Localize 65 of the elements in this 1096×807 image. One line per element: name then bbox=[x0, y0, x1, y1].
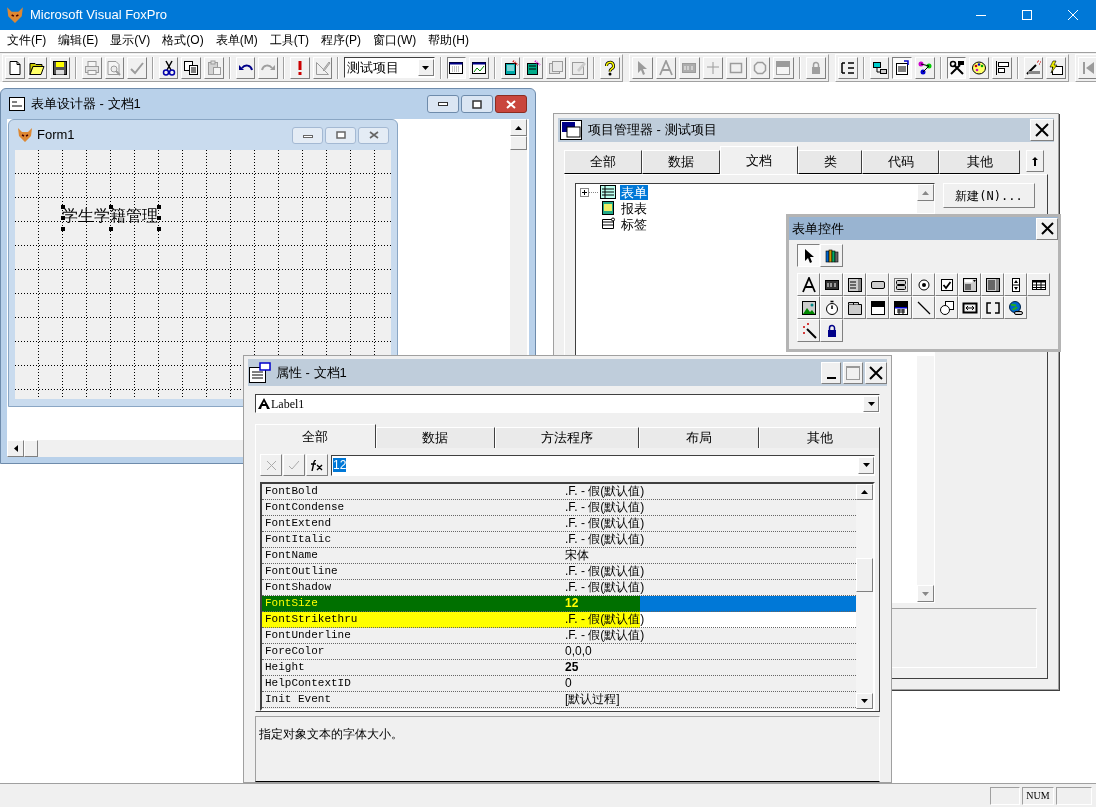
property-value: .F. - 假(默认值) bbox=[564, 484, 646, 499]
tab[interactable]: 数据 bbox=[375, 427, 495, 448]
combo-value: 测试项目 bbox=[346, 58, 401, 77]
property-row[interactable]: FontCondense .F. - 假(默认值) bbox=[262, 500, 856, 516]
window-title: 属性 - 文档1 bbox=[276, 363, 347, 382]
menu-item[interactable]: 帮助(H) bbox=[422, 31, 475, 49]
project-combo[interactable]: 测试项目 bbox=[344, 57, 435, 78]
tab[interactable]: 布局 bbox=[639, 427, 760, 448]
tree-item[interactable]: 表单 bbox=[620, 184, 648, 200]
property-row[interactable]: FontExtend .F. - 假(默认值) bbox=[262, 516, 856, 532]
menu-item[interactable]: 表单(M) bbox=[209, 31, 264, 49]
menu-item[interactable]: 工具(T) bbox=[263, 31, 315, 49]
tab[interactable]: 文档 bbox=[720, 146, 798, 174]
window-title: 表单设计器 - 文档1 bbox=[31, 95, 141, 114]
tree-item[interactable]: 报表 bbox=[620, 200, 648, 216]
property-row[interactable]: Init Event [默认过程] bbox=[262, 692, 856, 708]
tab[interactable]: 代码 bbox=[862, 150, 939, 174]
menu-item[interactable]: 程序(P) bbox=[315, 31, 367, 49]
tab[interactable]: 方法程序 bbox=[494, 427, 640, 448]
property-row[interactable]: FontUnderline .F. - 假(默认值) bbox=[262, 628, 856, 644]
tab[interactable]: 全部 bbox=[255, 424, 376, 448]
property-value: .F. - 假(默认值) bbox=[564, 580, 646, 595]
property-value: [默认过程] bbox=[564, 692, 621, 707]
tab[interactable]: 其他 bbox=[939, 150, 1020, 174]
property-name: FontSize bbox=[264, 596, 319, 611]
tab[interactable]: 数据 bbox=[642, 150, 720, 174]
status-indicator: NUM bbox=[1022, 786, 1054, 805]
object-name: Label1 bbox=[271, 395, 306, 413]
property-row[interactable]: FontBold .F. - 假(默认值) bbox=[262, 484, 856, 500]
form-title: Form1 bbox=[37, 126, 75, 145]
menu-item[interactable]: 文件(F) bbox=[1, 31, 53, 49]
property-value: 25 bbox=[564, 660, 580, 675]
toolbar-title: 表单控件 bbox=[792, 219, 844, 238]
property-row[interactable]: HelpContextID 0 bbox=[262, 676, 856, 692]
field-value: 12 bbox=[333, 458, 347, 472]
property-value: .F. - 假(默认值) bbox=[564, 532, 646, 547]
window-title: 项目管理器 - 测试项目 bbox=[588, 121, 717, 140]
property-row[interactable]: FontSize 12 bbox=[262, 596, 856, 612]
property-value: .F. - 假(默认值) bbox=[564, 516, 646, 531]
property-row[interactable]: FontItalic .F. - 假(默认值) bbox=[262, 532, 856, 548]
tab[interactable]: 全部 bbox=[564, 150, 642, 174]
property-row[interactable]: ForeColor 0,0,0 bbox=[262, 644, 856, 660]
property-row[interactable]: Height 25 bbox=[262, 660, 856, 676]
description-text: 指定对象文本的字体大小。 bbox=[259, 727, 403, 741]
new-button[interactable]: 新建(N)... bbox=[943, 183, 1035, 208]
property-row[interactable]: FontOutline .F. - 假(默认值) bbox=[262, 564, 856, 580]
property-row[interactable]: FontName 宋体 bbox=[262, 548, 856, 564]
property-value: .F. - 假(默认值) bbox=[564, 564, 646, 579]
menu-item[interactable]: 格式(O) bbox=[156, 31, 210, 49]
tree-item[interactable]: 标签 bbox=[620, 216, 648, 232]
property-name: FontStrikethru bbox=[264, 612, 359, 627]
property-value: 宋体 bbox=[564, 548, 590, 563]
app-title: Microsoft Visual FoxPro bbox=[30, 6, 168, 25]
tab[interactable]: 类 bbox=[798, 150, 862, 174]
value-field[interactable]: 12 bbox=[331, 454, 875, 476]
menu-item[interactable]: 窗口(W) bbox=[367, 31, 423, 49]
property-value: .F. - 假(默认值) bbox=[564, 500, 646, 515]
property-value: 12 bbox=[564, 596, 580, 611]
menu-item[interactable]: 显示(V) bbox=[104, 31, 157, 49]
object-combo[interactable]: Label1 bbox=[255, 394, 880, 413]
menu-item[interactable]: 编辑(E) bbox=[52, 31, 105, 49]
property-value: .F. - 假(默认值) bbox=[564, 628, 646, 643]
tab[interactable]: 其他 bbox=[759, 427, 880, 448]
property-value: 0,0,0 bbox=[564, 644, 593, 659]
property-value: 0 bbox=[564, 676, 573, 691]
